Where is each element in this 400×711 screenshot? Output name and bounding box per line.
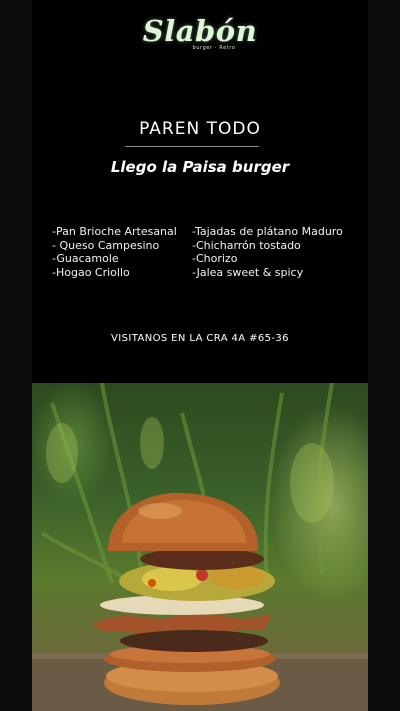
ingredient-item: -Pan Brioche Artesanal bbox=[52, 225, 177, 238]
burger-illustration bbox=[32, 383, 368, 711]
ingredient-item: -Chorizo bbox=[192, 252, 238, 265]
email-frame: Slabón burger · Retro PAREN TODO Llego l… bbox=[0, 0, 400, 711]
logo-wordmark: Slabón bbox=[142, 14, 258, 48]
ingredient-item: -Chicharrón tostado bbox=[192, 238, 301, 252]
ingredient-item: - Queso Campesino bbox=[52, 238, 160, 252]
burger-photo bbox=[32, 383, 368, 711]
ingredient-item: -Guacamole bbox=[52, 252, 119, 265]
brand-logo: Slabón burger · Retro bbox=[32, 14, 368, 51]
content-panel: Slabón burger · Retro PAREN TODO Llego l… bbox=[32, 0, 368, 711]
subheadline: Llego la Paisa burger bbox=[110, 158, 290, 176]
ingredient-item: -Jalea sweet & spicy bbox=[192, 265, 304, 279]
logo-tagline: burger · Retro bbox=[192, 45, 236, 51]
ingredient-column-right: -Tajadas de plátano Maduro -Chicharrón t… bbox=[192, 225, 343, 279]
ingredient-item: -Hogao Criollo bbox=[52, 265, 130, 279]
divider bbox=[125, 146, 259, 147]
headline: PAREN TODO bbox=[139, 119, 261, 139]
address-line: VISITANOS EN LA CRA 4A #65-36 bbox=[111, 333, 289, 344]
ingredient-column-left: -Pan Brioche Artesanal - Queso Campesino… bbox=[52, 225, 184, 279]
ingredient-list: -Pan Brioche Artesanal - Queso Campesino… bbox=[52, 225, 362, 279]
ingredient-item: -Tajadas de plátano Maduro bbox=[192, 225, 343, 238]
